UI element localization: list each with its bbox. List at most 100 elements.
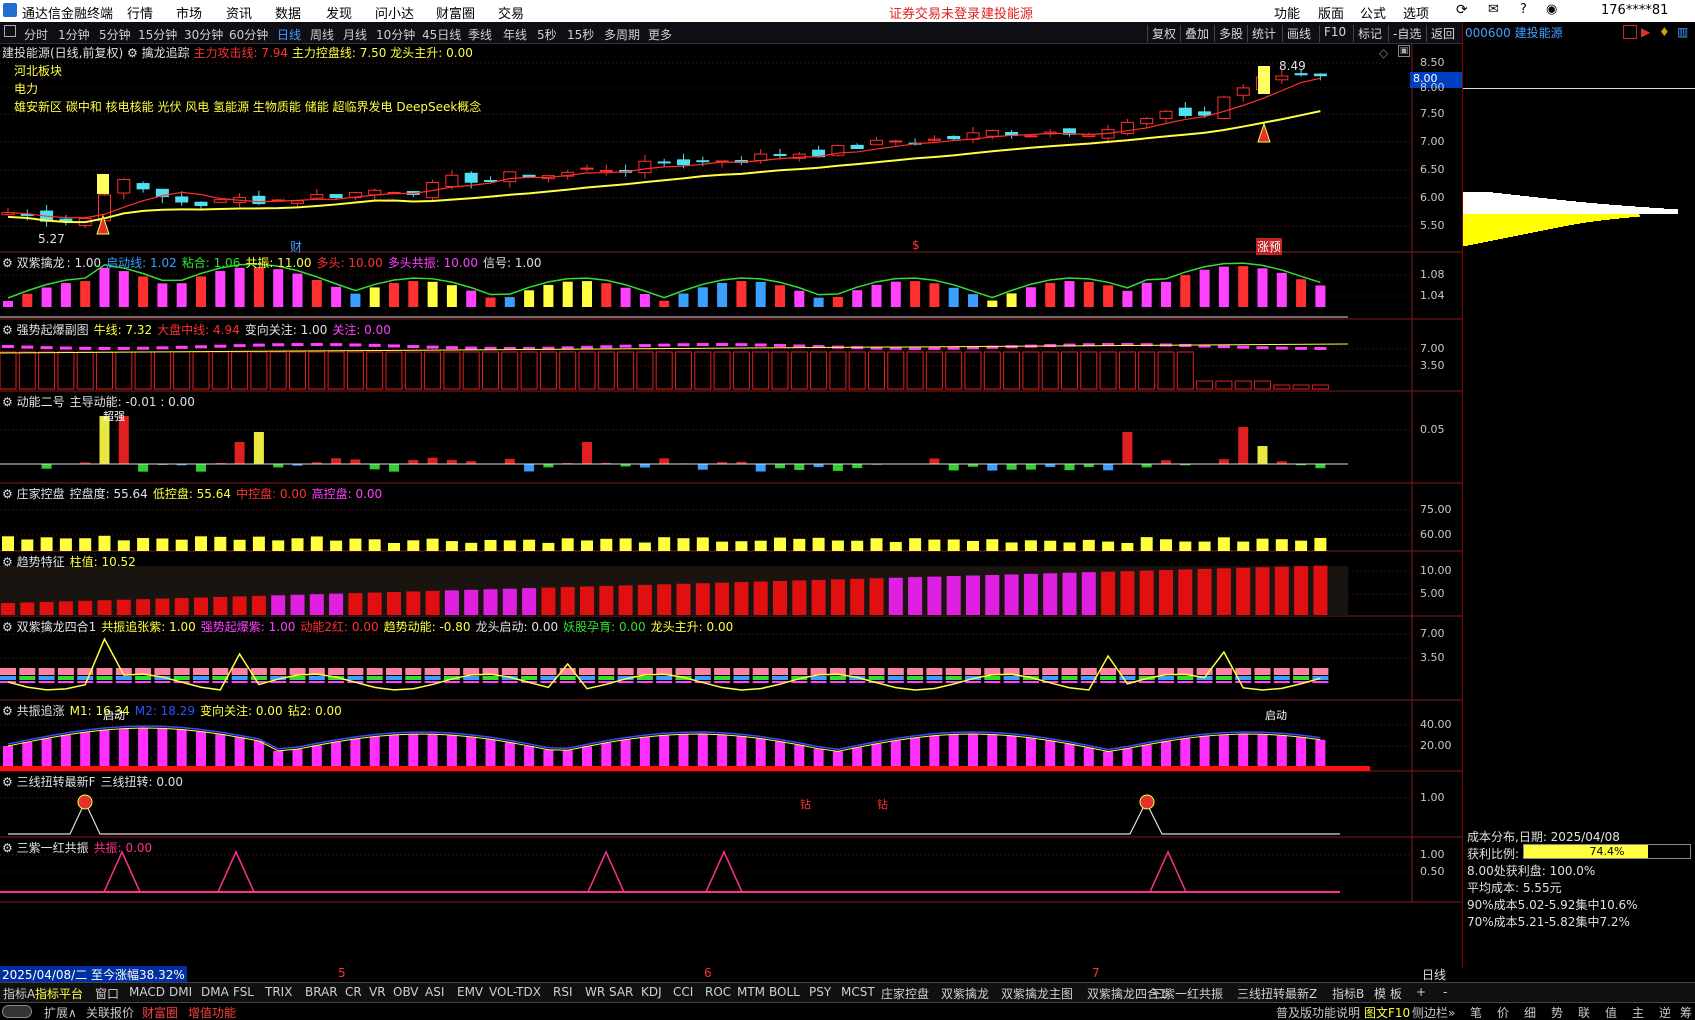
indicator-tab-MTM[interactable]: MTM xyxy=(737,985,765,999)
flag-icon[interactable]: ▶ xyxy=(1641,25,1650,39)
sidebar-toggle-icon[interactable] xyxy=(4,25,16,37)
period-日线[interactable]: 日线 xyxy=(277,26,301,43)
indicator-tab-SAR[interactable]: SAR xyxy=(609,985,633,999)
menu-版面[interactable]: 版面 xyxy=(1318,3,1344,22)
help-icon[interactable]: ? xyxy=(1520,2,1527,17)
indicator-tab-TRIX[interactable]: TRIX xyxy=(265,985,292,999)
period-45日线[interactable]: 45日线 xyxy=(422,26,461,43)
settings-icon[interactable]: ⚙ xyxy=(2,487,17,501)
menu-财富圈[interactable]: 财富圈 xyxy=(436,3,475,22)
settings-icon[interactable]: ⚙ xyxy=(2,395,17,409)
panel-name[interactable]: 三线扭转最新F xyxy=(17,775,96,789)
menu-资讯[interactable]: 资讯 xyxy=(226,3,252,22)
period-多周期[interactable]: 多周期 xyxy=(604,26,640,43)
indicator-tab-指标平台[interactable]: 指标平台 xyxy=(35,985,83,1002)
settings-icon[interactable]: ⚙ xyxy=(2,704,17,718)
settings-icon[interactable]: ⚙ xyxy=(2,620,17,634)
indicator-tab-MCST[interactable]: MCST xyxy=(841,985,875,999)
panel-name[interactable]: 强势起爆副图 xyxy=(17,323,89,337)
status-right-2[interactable]: 侧边栏» xyxy=(1412,1004,1455,1020)
status-right-10[interactable]: 逆 xyxy=(1659,1004,1671,1020)
tab-right-1[interactable]: 模 板 xyxy=(1374,985,1402,1002)
indicator-tab-BOLL[interactable]: BOLL xyxy=(769,985,800,999)
message-icon[interactable]: ✉ xyxy=(1488,2,1499,17)
indicator-tab-庄家控盘[interactable]: 庄家控盘 xyxy=(881,985,929,1002)
period-周线[interactable]: 周线 xyxy=(310,26,334,43)
status-right-0[interactable]: 普及版功能说明 xyxy=(1276,1004,1360,1020)
indicator-tab-MACD[interactable]: MACD xyxy=(129,985,165,999)
status-right-1[interactable]: 图文F10 xyxy=(1364,1004,1410,1020)
status-right-9[interactable]: 主 xyxy=(1632,1004,1644,1020)
indicator-tab-三线扭转最新Z[interactable]: 三线扭转最新Z xyxy=(1237,985,1317,1002)
login-warning[interactable]: 证券交易未登录 xyxy=(889,3,980,22)
settings-icon[interactable]: ⚙ xyxy=(2,775,17,789)
status-item-1[interactable]: 关联报价 xyxy=(86,1004,134,1020)
settings-icon[interactable]: ⚙ xyxy=(2,256,17,270)
period-5秒[interactable]: 5秒 xyxy=(537,26,557,43)
indicator-tab-FSL[interactable]: FSL xyxy=(233,985,254,999)
toolbar-button-F10[interactable]: F10 xyxy=(1319,25,1350,42)
period-年线[interactable]: 年线 xyxy=(503,26,527,43)
indicator-tab-PSY[interactable]: PSY xyxy=(809,985,831,999)
period-月线[interactable]: 月线 xyxy=(343,26,367,43)
indicator-tab-双紫擒龙主图[interactable]: 双紫擒龙主图 xyxy=(1001,985,1073,1002)
period-10分钟[interactable]: 10分钟 xyxy=(376,26,415,43)
panel-name[interactable]: 双紫擒龙 xyxy=(17,256,65,270)
menu-市场[interactable]: 市场 xyxy=(176,3,202,22)
status-right-5[interactable]: 细 xyxy=(1524,1004,1536,1020)
toolbar-button-统计[interactable]: 统计 xyxy=(1247,25,1280,42)
indicator-tab-DMI[interactable]: DMI xyxy=(169,985,192,999)
indicator-tab-指标A[interactable]: 指标A xyxy=(3,985,35,1002)
settings-icon[interactable]: ⚙ xyxy=(2,555,17,569)
indicator-tab-BRAR[interactable]: BRAR xyxy=(305,985,338,999)
tab-right-0[interactable]: 指标B xyxy=(1332,985,1364,1002)
refresh-icon[interactable]: ⟳ xyxy=(1456,2,1468,18)
account-icon[interactable]: ◉ xyxy=(1546,2,1557,17)
panel-name[interactable]: 双紫擒龙四合1 xyxy=(17,620,97,634)
toolbar-button-多股[interactable]: 多股 xyxy=(1214,25,1247,42)
main-indicator-name[interactable]: 擒龙追踪 xyxy=(142,46,190,60)
indicator-tab-三紫一红共振[interactable]: 三紫一红共振 xyxy=(1151,985,1223,1002)
status-right-7[interactable]: 联 xyxy=(1578,1004,1590,1020)
indicator-tab-VR[interactable]: VR xyxy=(369,985,386,999)
period-1分钟[interactable]: 1分钟 xyxy=(58,26,90,43)
indicator-tab-VOL-TDX[interactable]: VOL-TDX xyxy=(489,985,541,999)
status-right-11[interactable]: 筹 xyxy=(1680,1004,1692,1020)
toolbar-button-叠加[interactable]: 叠加 xyxy=(1180,25,1213,42)
settings-icon[interactable]: ⚙ xyxy=(2,323,17,337)
period-15秒[interactable]: 15秒 xyxy=(567,26,594,43)
period-15分钟[interactable]: 15分钟 xyxy=(138,26,177,43)
period-更多[interactable]: 更多 xyxy=(648,26,672,43)
status-right-3[interactable]: 笔 xyxy=(1470,1004,1482,1020)
indicator-tab-CCI[interactable]: CCI xyxy=(673,985,693,999)
toolbar-button-标记[interactable]: 标记 xyxy=(1353,25,1386,42)
diamond-icon[interactable]: ◇ xyxy=(1379,46,1388,60)
stock-code-label[interactable]: 000600 建投能源 xyxy=(1465,24,1563,41)
panel-name[interactable]: 趋势特征 xyxy=(17,555,65,569)
menu-交易[interactable]: 交易 xyxy=(498,3,524,22)
status-right-8[interactable]: 值 xyxy=(1605,1004,1617,1020)
menu-选项[interactable]: 选项 xyxy=(1403,3,1429,22)
indicator-tab-OBV[interactable]: OBV xyxy=(393,985,419,999)
indicator-tab-WR[interactable]: WR xyxy=(585,985,605,999)
panel-icon-1[interactable] xyxy=(1623,25,1637,39)
indicator-tab-KDJ[interactable]: KDJ xyxy=(641,985,662,999)
panel-name[interactable]: 三紫一红共振 xyxy=(17,841,89,855)
status-right-4[interactable]: 价 xyxy=(1497,1004,1509,1020)
indicator-tab-DMA[interactable]: DMA xyxy=(201,985,229,999)
period-分时[interactable]: 分时 xyxy=(24,26,48,43)
indicator-tab-EMV[interactable]: EMV xyxy=(457,985,483,999)
toolbar-button-画线[interactable]: 画线 xyxy=(1282,25,1315,42)
indicator-tab-窗口[interactable]: 窗口 xyxy=(95,985,119,1002)
toolbar-button--自选[interactable]: -自选 xyxy=(1388,25,1425,42)
settings-icon[interactable]: ⚙ xyxy=(2,841,17,855)
toggle-switch[interactable] xyxy=(2,1005,32,1018)
status-item-0[interactable]: 扩展∧ xyxy=(44,1004,77,1020)
indicator-tab-双紫擒龙[interactable]: 双紫擒龙 xyxy=(941,985,989,1002)
period-60分钟[interactable]: 60分钟 xyxy=(229,26,268,43)
status-item-2[interactable]: 财富圈 xyxy=(142,1004,178,1020)
status-right-6[interactable]: 势 xyxy=(1551,1004,1563,1020)
tab-right-2[interactable]: + xyxy=(1416,985,1426,999)
menu-行情[interactable]: 行情 xyxy=(127,3,153,22)
indicator-tab-ASI[interactable]: ASI xyxy=(425,985,444,999)
